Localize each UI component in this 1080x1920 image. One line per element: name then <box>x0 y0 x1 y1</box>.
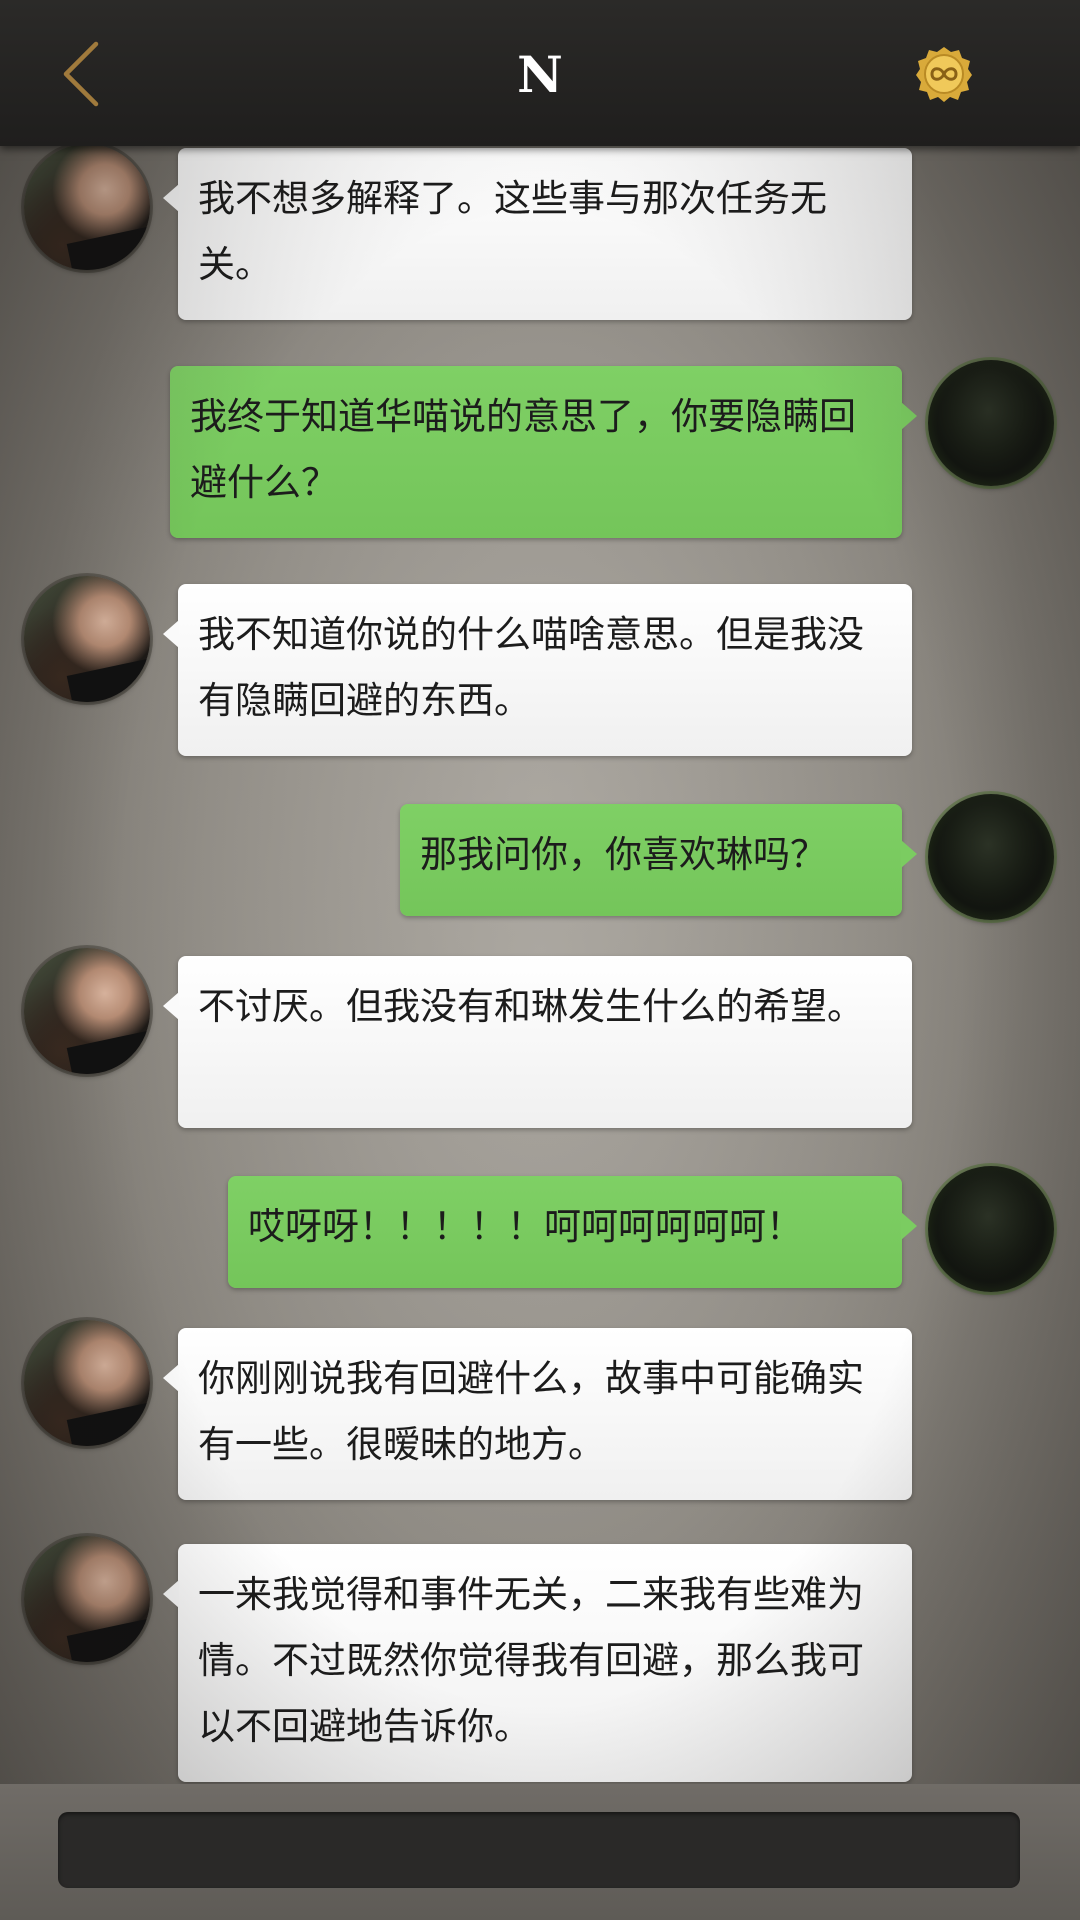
outgoing-message-bubble[interactable]: 我终于知道华喵说的意思了，你要隐瞒回避什么？ <box>170 366 917 538</box>
message-list[interactable]: 我不想多解释了。这些事与那次任务无关。 我终于知道华喵说的意思了，你要隐瞒回避什… <box>0 146 1080 1784</box>
bottom-bar <box>0 1784 1080 1920</box>
incoming-message-bubble[interactable]: 我不想多解释了。这些事与那次任务无关。 <box>163 148 912 320</box>
infinity-badge-icon <box>916 47 972 102</box>
incoming-message-bubble[interactable]: 我不知道你说的什么喵啥意思。但是我没有隐瞒回避的东西。 <box>163 584 912 756</box>
contact-avatar[interactable] <box>24 146 150 270</box>
infinity-badge-button[interactable] <box>914 44 974 104</box>
contact-avatar[interactable] <box>24 948 150 1074</box>
contact-avatar[interactable] <box>24 1320 150 1446</box>
user-avatar[interactable] <box>928 360 1054 486</box>
chevron-left-icon <box>63 41 99 107</box>
user-avatar[interactable] <box>928 1166 1054 1292</box>
top-bar: N <box>0 0 1080 146</box>
incoming-message-bubble[interactable]: 一来我觉得和事件无关，二来我有些难为情。不过既然你觉得我有回避，那么我可以不回避… <box>163 1544 912 1782</box>
contact-avatar[interactable] <box>24 576 150 702</box>
message-input[interactable] <box>58 1812 1020 1888</box>
user-avatar[interactable] <box>928 794 1054 920</box>
chat-screen: N 我不想多解释了。这些事与那次任务无关。 我终于知道华喵说的意思了，你要隐瞒回… <box>0 0 1080 1920</box>
outgoing-message-bubble[interactable]: 哎呀呀！！！！！呵呵呵呵呵呵！ <box>228 1176 917 1288</box>
page-title: N <box>517 45 563 104</box>
back-button[interactable] <box>52 36 112 112</box>
outgoing-message-bubble[interactable]: 那我问你，你喜欢琳吗？ <box>400 804 917 916</box>
incoming-message-bubble[interactable]: 不讨厌。但我没有和琳发生什么的希望。 <box>163 956 912 1128</box>
incoming-message-bubble[interactable]: 你刚刚说我有回避什么，故事中可能确实有一些。很暧昧的地方。 <box>163 1328 912 1500</box>
contact-avatar[interactable] <box>24 1536 150 1662</box>
